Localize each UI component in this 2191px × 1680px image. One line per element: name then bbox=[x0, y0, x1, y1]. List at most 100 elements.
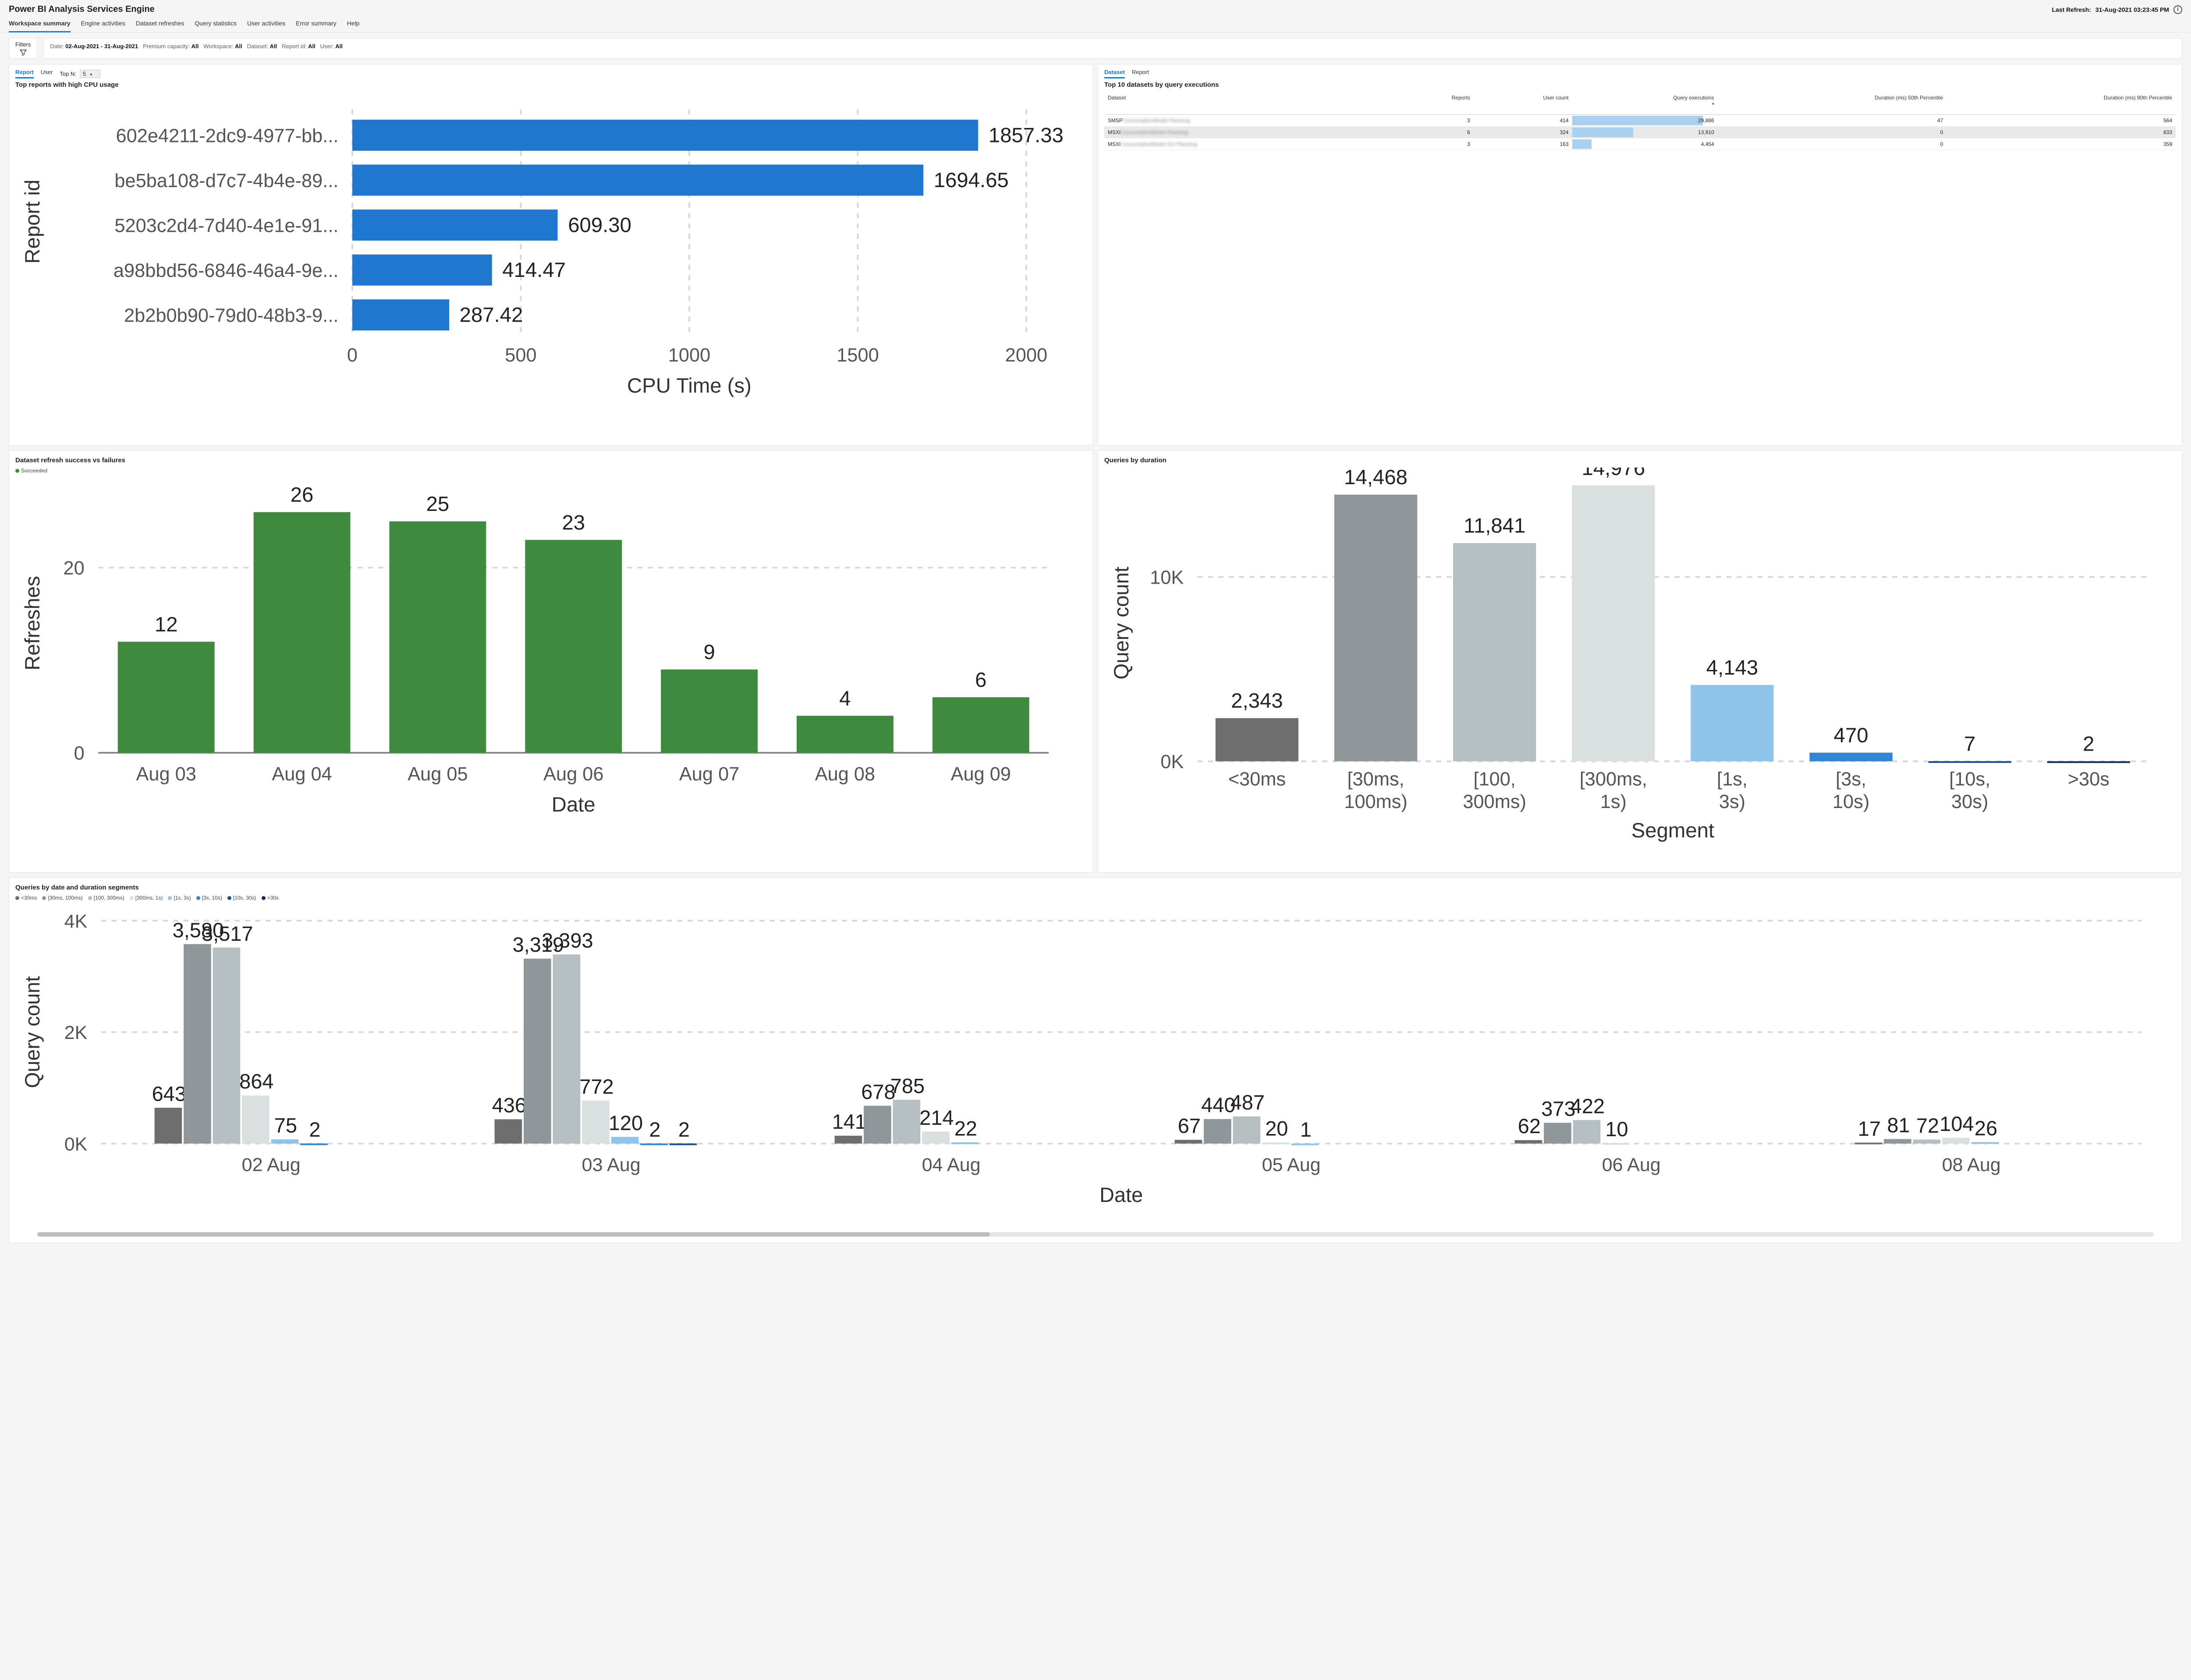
svg-text:Query count: Query count bbox=[21, 976, 44, 1088]
svg-text:1s): 1s) bbox=[1600, 791, 1627, 812]
tab-user-activities[interactable]: User activities bbox=[247, 16, 285, 32]
card-queries-by-date: Queries by date and duration segments <3… bbox=[9, 877, 2182, 1243]
svg-text:03 Aug: 03 Aug bbox=[582, 1154, 641, 1175]
svg-text:Date: Date bbox=[1099, 1183, 1143, 1206]
svg-text:10K: 10K bbox=[1150, 567, 1184, 588]
svg-text:9: 9 bbox=[703, 641, 715, 664]
chart-title-by-date: Queries by date and duration segments bbox=[15, 884, 2176, 891]
svg-text:12: 12 bbox=[155, 613, 178, 636]
card-refresh-success: Dataset refresh success vs failures Succ… bbox=[9, 450, 1093, 873]
filter-report-label: Report id: bbox=[282, 43, 306, 50]
filter-dataset-label: Dataset: bbox=[247, 43, 268, 50]
svg-text:0K: 0K bbox=[1160, 751, 1184, 773]
tab-workspace-summary[interactable]: Workspace summary bbox=[9, 16, 71, 32]
filter-capacity-label: Premium capacity: bbox=[143, 43, 190, 50]
sort-desc-icon: ▾ bbox=[1576, 102, 1714, 106]
legend-item[interactable]: [3s, 10s) bbox=[196, 895, 222, 901]
svg-text:2b2b0b90-79d0-48b3-9...: 2b2b0b90-79d0-48b3-9... bbox=[124, 305, 338, 326]
legend-item[interactable]: [100, 300ms) bbox=[88, 895, 124, 901]
svg-text:470: 470 bbox=[1834, 724, 1868, 747]
topn-select[interactable]: 5 ▾ bbox=[80, 70, 100, 78]
svg-text:487: 487 bbox=[1230, 1091, 1265, 1114]
svg-text:214: 214 bbox=[919, 1106, 954, 1129]
svg-text:300ms): 300ms) bbox=[1463, 791, 1526, 812]
svg-text:2: 2 bbox=[2083, 732, 2094, 755]
svg-text:2: 2 bbox=[678, 1118, 690, 1141]
col-header[interactable]: Query executions▾ bbox=[1572, 92, 1718, 115]
svg-text:Aug 07: Aug 07 bbox=[679, 764, 739, 785]
chart-refresh-success[interactable]: 02012Aug 0326Aug 0425Aug 0523Aug 069Aug … bbox=[15, 476, 1087, 839]
col-header[interactable]: Reports bbox=[1396, 92, 1473, 115]
legend-item[interactable]: [1s, 3s) bbox=[168, 895, 191, 901]
subtab-user[interactable]: User bbox=[41, 69, 53, 78]
horizontal-scrollbar[interactable] bbox=[37, 1232, 2154, 1237]
svg-text:3s): 3s) bbox=[1719, 791, 1745, 812]
svg-text:141: 141 bbox=[832, 1110, 866, 1133]
legend-item[interactable]: >30s bbox=[262, 895, 279, 901]
svg-text:11,841: 11,841 bbox=[1464, 514, 1525, 537]
filter-user-value: All bbox=[335, 43, 343, 50]
funnel-icon bbox=[20, 50, 27, 56]
tab-dataset-refreshes[interactable]: Dataset refreshes bbox=[136, 16, 184, 32]
col-header[interactable]: Duration (ms) 90th Percentile bbox=[1946, 92, 2176, 115]
svg-text:2: 2 bbox=[309, 1118, 320, 1141]
table-row[interactable]: SMSPConsumptionModel Planning341429,8864… bbox=[1104, 115, 2176, 127]
svg-text:2,343: 2,343 bbox=[1231, 689, 1283, 712]
svg-text:3,393: 3,393 bbox=[542, 929, 593, 952]
svg-text:23: 23 bbox=[562, 511, 585, 534]
chart-queries-by-duration[interactable]: 0K10K2,343<30ms14,468[30ms,100ms)11,841[… bbox=[1104, 468, 2176, 865]
subtab-dataset[interactable]: Dataset bbox=[1104, 69, 1125, 78]
svg-text:104: 104 bbox=[1939, 1112, 1974, 1135]
table-row[interactable]: MSXIConsumptionModel Planning632413,9100… bbox=[1104, 127, 2176, 138]
svg-text:864: 864 bbox=[239, 1070, 273, 1093]
svg-text:14,468: 14,468 bbox=[1344, 468, 1407, 489]
svg-text:7: 7 bbox=[1964, 732, 1975, 755]
col-header[interactable]: Dataset bbox=[1104, 92, 1396, 115]
legend-item[interactable]: [10s, 30s) bbox=[227, 895, 256, 901]
chart-title-refresh: Dataset refresh success vs failures bbox=[15, 457, 1087, 464]
svg-text:4: 4 bbox=[839, 687, 851, 710]
legend-item[interactable]: [30ms, 100ms) bbox=[42, 895, 82, 901]
svg-text:Segment: Segment bbox=[1631, 819, 1714, 842]
subtab-report-ds[interactable]: Report bbox=[1132, 69, 1149, 78]
col-header[interactable]: Duration (ms) 50th Percentile bbox=[1718, 92, 1947, 115]
legend-succeeded: Succeeded bbox=[21, 468, 47, 474]
filter-workspace-value: All bbox=[235, 43, 242, 50]
top-datasets-table[interactable]: DatasetReportsUser countQuery executions… bbox=[1104, 92, 2176, 150]
svg-text:4K: 4K bbox=[64, 911, 88, 932]
legend-item[interactable]: <30ms bbox=[15, 895, 37, 901]
svg-text:Aug 09: Aug 09 bbox=[951, 764, 1011, 785]
page-title: Power BI Analysis Services Engine bbox=[9, 4, 155, 14]
last-refresh: Last Refresh: 31-Aug-2021 03:23:45 PM i bbox=[2052, 5, 2182, 14]
col-header[interactable]: User count bbox=[1474, 92, 1572, 115]
svg-text:04 Aug: 04 Aug bbox=[922, 1154, 981, 1175]
svg-text:CPU Time (s): CPU Time (s) bbox=[627, 374, 752, 397]
chart-top-reports-cpu[interactable]: 0500100015002000602e4211-2dc9-4977-bb...… bbox=[15, 92, 1087, 438]
filter-summary: Date: 02-Aug-2021 - 31-Aug-2021 Premium … bbox=[43, 38, 2182, 59]
tab-error-summary[interactable]: Error summary bbox=[296, 16, 337, 32]
info-icon[interactable]: i bbox=[2173, 5, 2182, 14]
svg-text:26: 26 bbox=[1975, 1116, 1997, 1140]
svg-text:[100,: [100, bbox=[1474, 769, 1516, 790]
tab-engine-activities[interactable]: Engine activities bbox=[81, 16, 125, 32]
svg-text:100ms): 100ms) bbox=[1344, 791, 1407, 812]
svg-text:17: 17 bbox=[1858, 1117, 1881, 1140]
svg-text:be5ba108-d7c7-4b4e-89...: be5ba108-d7c7-4b4e-89... bbox=[114, 170, 338, 191]
svg-text:1694.65: 1694.65 bbox=[934, 169, 1009, 192]
table-row[interactable]: MSXIConsumptionModel DU Planning31634,45… bbox=[1104, 138, 2176, 150]
svg-text:Aug 08: Aug 08 bbox=[815, 764, 875, 785]
legend-item[interactable]: [300ms, 1s) bbox=[130, 895, 163, 901]
last-refresh-label: Last Refresh: bbox=[2052, 6, 2091, 13]
chart-queries-by-date-segments[interactable]: 0K2K4K6433,5803,51786475202 Aug4363,3193… bbox=[15, 904, 2176, 1229]
svg-text:643: 643 bbox=[152, 1082, 186, 1105]
svg-text:Query count: Query count bbox=[1110, 567, 1133, 680]
filters-button[interactable]: Filters bbox=[9, 38, 37, 59]
card-top-datasets: Dataset Report Top 10 datasets by query … bbox=[1098, 64, 2182, 446]
svg-text:[3s,: [3s, bbox=[1836, 769, 1866, 790]
tab-help[interactable]: Help bbox=[347, 16, 360, 32]
svg-text:0: 0 bbox=[347, 345, 358, 366]
subtab-report[interactable]: Report bbox=[15, 69, 34, 78]
filter-date-label: Date: bbox=[50, 43, 64, 50]
svg-text:<30ms: <30ms bbox=[1228, 769, 1286, 790]
tab-query-statistics[interactable]: Query statistics bbox=[195, 16, 237, 32]
